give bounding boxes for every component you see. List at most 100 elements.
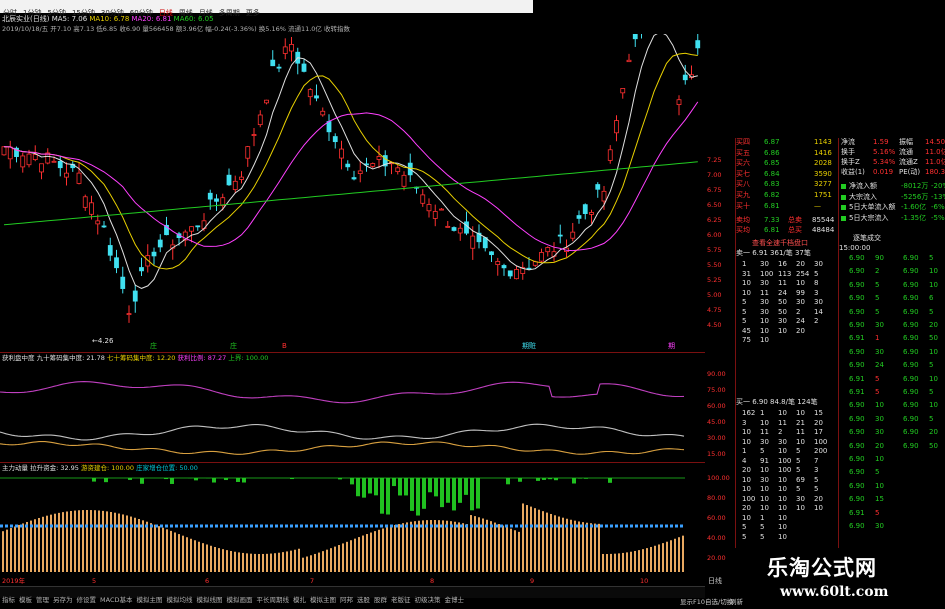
momentum-bar [554,515,556,572]
menu-item[interactable]: 模拟画面 [224,595,254,606]
main-force-momentum-chart[interactable] [0,472,705,576]
tick-price: 6.90 [849,361,865,370]
momentum-bar [494,522,496,572]
sell-queue-cell: 10 [778,326,787,335]
menu-item[interactable]: 模拟主图 [134,595,164,606]
menu-item[interactable]: 管理 [34,595,51,606]
tick-price: 6.91 [849,388,865,396]
momentum-bar [38,517,40,572]
candle-body [76,172,82,184]
menu-item[interactable]: 阿邦 [338,595,355,606]
candle-body [289,44,294,52]
ind1-legend-item: 七十筹码集中度: 12.20 [107,354,178,362]
menu-item[interactable]: 修设置 [75,595,99,606]
menu-item[interactable]: 选股 [355,595,372,606]
tick-volume: 5 [875,468,880,477]
tick-volume: 10 [875,481,884,490]
tick-volume: 10 [929,280,938,289]
capital-bar [572,478,576,484]
order-level-volume: — [814,201,821,210]
signal-marker: 庄 [230,341,237,350]
ind1-tick: 15.00 [707,450,726,458]
candle-body [314,95,319,99]
capital-bar [446,478,450,503]
momentum-bar [142,520,144,572]
buy-queue-cell: 5 [742,523,747,531]
status-button[interactable]: 显示F10 [680,598,705,607]
buy-queue-cell: 10 [778,447,787,455]
tick-price: 6.90 [903,321,919,329]
menu-item[interactable]: 模板 [17,595,34,606]
menu-item[interactable]: 初级决策 [412,595,442,606]
menu-item[interactable]: 老版征 [389,595,413,606]
menu-item[interactable]: 另存为 [51,595,75,606]
buy-queue-cell: 10 [742,475,751,484]
capital-bar [506,478,510,485]
flow-label: 大宗流入 [849,192,877,201]
menu-item[interactable]: 股群 [372,595,389,606]
flow-percent: -20% [931,182,945,190]
candlestick-chart[interactable]: ←4.26 庄 庄 B 期赃 期 [0,34,705,352]
buy-queue-cell: 10 [778,513,787,522]
momentum-bar [438,520,440,572]
momentum-bar [426,520,428,572]
menu-item[interactable]: 平长周期线 [254,595,291,606]
ma-label: MA60: 6.05 [171,15,214,23]
momentum-bar [570,519,572,572]
tick-price: 6.90 [849,441,865,450]
sell-queue-cell: 254 [796,269,810,278]
capital-bar [392,478,396,487]
buy-queue-cell: 10 [796,437,805,446]
buy-queue-cell: 20 [742,504,751,512]
menu-item[interactable]: 模拟线图 [194,595,224,606]
candle-body [239,176,244,180]
tick-volume: 5 [929,254,934,262]
order-level-label: 买十 [736,201,750,210]
tick-volume: 20 [929,321,938,329]
candle-body [189,226,194,232]
buy-queue-cell: 10 [796,409,805,417]
candle-body [82,196,88,208]
momentum-bar [670,540,672,572]
order-book: 买四 6.87 1143 买五 6.86 1416 买六 6.85 2028 买七 6.84 3590… [736,138,838,548]
momentum-bar [54,513,56,572]
momentum-bar [446,520,448,572]
momentum-bar [294,549,296,572]
tick-price: 6.90 [849,481,865,490]
momentum-bar [166,529,168,572]
menu-item[interactable]: MACD基本 [98,595,134,606]
order-level-volume: 3277 [814,180,832,189]
status-button[interactable]: 刷新 [730,598,743,607]
menu-item[interactable]: 模拟主图 [308,595,338,606]
ind2-tick: 40.00 [707,534,726,542]
period-tab[interactable]: 更多 [243,7,263,20]
capital-bar [410,478,414,511]
momentum-bar [150,523,152,572]
buy-queue-cell: 21 [796,418,805,427]
queue-header-link[interactable]: 查看全速千档盘口 [752,239,808,248]
buy-queue-cell: 10 [778,475,787,484]
status-button[interactable]: 自选/切换 [705,598,733,607]
candle-body [514,269,519,280]
tick-price: 6.90 [849,428,865,437]
chip-concentration-chart[interactable] [0,362,705,462]
price-tick: 6.75 [707,186,722,194]
period-tab[interactable]: 多周期 [216,7,243,20]
momentum-bar [346,541,348,572]
candle-body [114,257,119,269]
menu-item[interactable]: 模拟均线 [164,595,194,606]
menu-item[interactable]: 金博士 [442,595,466,606]
sell-queue-cell: 75 [742,336,751,344]
momentum-bar [122,514,124,572]
price-tick: 4.75 [707,306,722,314]
momentum-bar [326,549,328,572]
candle-body [607,149,613,161]
tick-price: 6.90 [849,294,865,303]
order-level-price: 6.87 [764,138,780,146]
flow-value: -1.35亿 [901,213,927,222]
capital-bar [242,478,246,483]
menu-item[interactable]: 模扎 [291,595,308,606]
candle-body [401,174,407,187]
menu-item[interactable]: 指标 [0,595,17,606]
buy-queue-cell: 91 [760,456,769,465]
